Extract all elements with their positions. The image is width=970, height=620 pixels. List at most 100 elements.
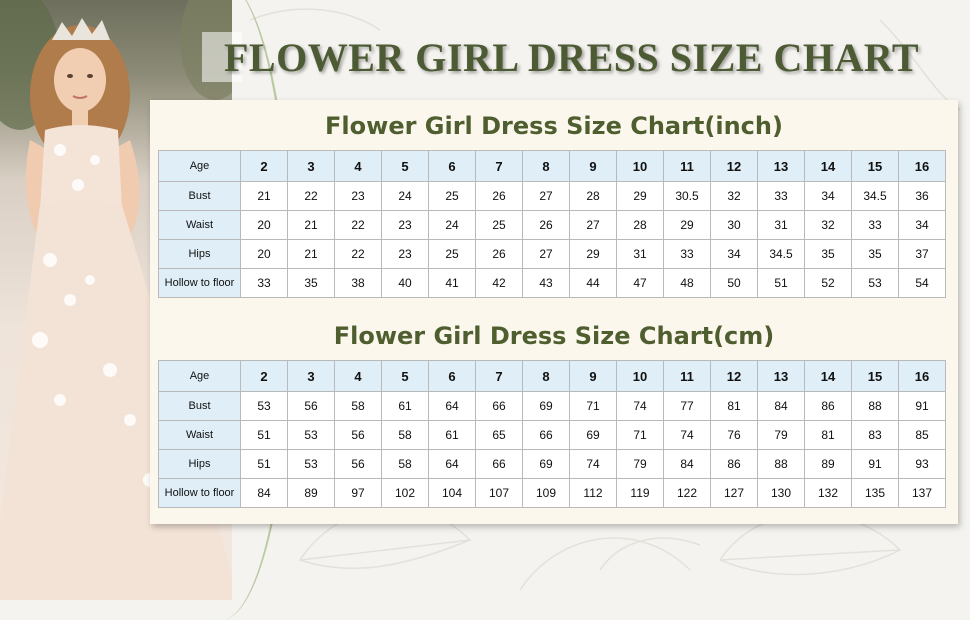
age-cell: 6 (428, 360, 476, 392)
measurement-cell: 64 (428, 391, 476, 421)
measurement-cell: 56 (334, 420, 382, 450)
age-cell: 5 (381, 360, 429, 392)
measurement-cell: 30 (710, 210, 758, 240)
cm-size-table: Age 2 3 4 5 6 7 8 9 10 11 12 13 14 15 16 Bust 53 56 58 61 64 6… (158, 360, 946, 508)
measurement-cell: 44 (569, 268, 617, 298)
measurement-cell: 74 (663, 420, 711, 450)
measurement-cell: 35 (287, 268, 335, 298)
age-cell: 2 (240, 150, 288, 182)
measurement-cell: 43 (522, 268, 570, 298)
size-chart-panel: Flower Girl Dress Size Chart(inch) Age 2 3… (150, 100, 958, 524)
measurement-cell: 21 (240, 181, 288, 211)
age-cell: 11 (663, 360, 711, 392)
age-cell: 12 (710, 150, 758, 182)
measurement-cell: 23 (381, 210, 429, 240)
measurement-cell: 20 (240, 210, 288, 240)
measurement-cell: 64 (428, 449, 476, 479)
measurement-cell: 88 (757, 449, 805, 479)
measurement-cell: 53 (240, 391, 288, 421)
measurement-cell: 130 (757, 478, 805, 508)
measurement-cell: 42 (475, 268, 523, 298)
measurement-cell: 34.5 (851, 181, 899, 211)
age-cell: 13 (757, 360, 805, 392)
measurement-cell: 135 (851, 478, 899, 508)
measurement-cell: 58 (381, 449, 429, 479)
measurement-cell: 69 (522, 449, 570, 479)
age-cell: 12 (710, 360, 758, 392)
measurement-cell: 74 (569, 449, 617, 479)
table-header-row: Age 2 3 4 5 6 7 8 9 10 11 12 13 14 15 16 (158, 360, 946, 392)
measurement-cell: 35 (804, 239, 852, 269)
measurement-cell: 56 (334, 449, 382, 479)
measurement-cell: 102 (381, 478, 429, 508)
page-title: FLOWER GIRL DRESS SIZE CHART (224, 35, 919, 80)
row-label: Bust (158, 181, 241, 211)
age-cell: 7 (475, 150, 523, 182)
measurement-cell: 24 (428, 210, 476, 240)
row-label: Hips (158, 449, 241, 479)
measurement-cell: 47 (616, 268, 664, 298)
measurement-cell: 27 (522, 239, 570, 269)
table-row: Waist 20 21 22 23 24 25 26 27 28 29 30 31 32 33 34 (158, 210, 946, 240)
measurement-cell: 21 (287, 210, 335, 240)
measurement-cell: 29 (616, 181, 664, 211)
measurement-cell: 51 (240, 449, 288, 479)
table-row: Hips 20 21 22 23 25 26 27 29 31 33 34 34.5 35 35 37 (158, 239, 946, 269)
measurement-cell: 32 (710, 181, 758, 211)
measurement-cell: 22 (334, 210, 382, 240)
measurement-cell: 25 (428, 181, 476, 211)
age-cell: 4 (334, 150, 382, 182)
measurement-cell: 104 (428, 478, 476, 508)
measurement-cell: 54 (898, 268, 946, 298)
age-cell: 6 (428, 150, 476, 182)
measurement-cell: 112 (569, 478, 617, 508)
measurement-cell: 23 (381, 239, 429, 269)
measurement-cell: 66 (522, 420, 570, 450)
measurement-cell: 107 (475, 478, 523, 508)
table-row: Bust 53 56 58 61 64 66 69 71 74 77 81 84 86 88 91 (158, 391, 946, 421)
measurement-cell: 86 (804, 391, 852, 421)
row-label: Bust (158, 391, 241, 421)
measurement-cell: 89 (804, 449, 852, 479)
measurement-cell: 83 (851, 420, 899, 450)
measurement-cell: 71 (569, 391, 617, 421)
measurement-cell: 76 (710, 420, 758, 450)
measurement-cell: 34 (898, 210, 946, 240)
measurement-cell: 22 (287, 181, 335, 211)
measurement-cell: 79 (757, 420, 805, 450)
table-row: Hollow to floor 33 35 38 40 41 42 43 44 47 48 50 51 5… (158, 268, 946, 298)
measurement-cell: 93 (898, 449, 946, 479)
inch-size-table: Age 2 3 4 5 6 7 8 9 10 11 12 13 14 15 16 Bust 21 22 23 24 25 2… (158, 150, 946, 298)
measurement-cell: 27 (569, 210, 617, 240)
measurement-cell: 24 (381, 181, 429, 211)
measurement-cell: 69 (522, 391, 570, 421)
measurement-cell: 66 (475, 449, 523, 479)
measurement-cell: 53 (851, 268, 899, 298)
measurement-cell: 22 (334, 239, 382, 269)
measurement-cell: 81 (710, 391, 758, 421)
measurement-cell: 122 (663, 478, 711, 508)
age-cell: 4 (334, 360, 382, 392)
age-cell: 2 (240, 360, 288, 392)
age-cell: 15 (851, 360, 899, 392)
measurement-cell: 34 (804, 181, 852, 211)
measurement-cell: 71 (616, 420, 664, 450)
table-row: Hips 51 53 56 58 64 66 69 74 79 84 86 88 89 91 93 (158, 449, 946, 479)
table-row: Waist 51 53 56 58 61 65 66 69 71 74 76 79 81 83 85 (158, 420, 946, 450)
measurement-cell: 88 (851, 391, 899, 421)
measurement-cell: 50 (710, 268, 758, 298)
measurement-cell: 137 (898, 478, 946, 508)
measurement-cell: 91 (898, 391, 946, 421)
measurement-cell: 26 (522, 210, 570, 240)
age-cell: 16 (898, 150, 946, 182)
measurement-cell: 58 (381, 420, 429, 450)
measurement-cell: 38 (334, 268, 382, 298)
measurement-cell: 33 (757, 181, 805, 211)
measurement-cell: 79 (616, 449, 664, 479)
measurement-cell: 21 (287, 239, 335, 269)
row-label: Hollow to floor (158, 478, 241, 508)
measurement-cell: 25 (428, 239, 476, 269)
measurement-cell: 127 (710, 478, 758, 508)
measurement-cell: 65 (475, 420, 523, 450)
measurement-cell: 33 (240, 268, 288, 298)
